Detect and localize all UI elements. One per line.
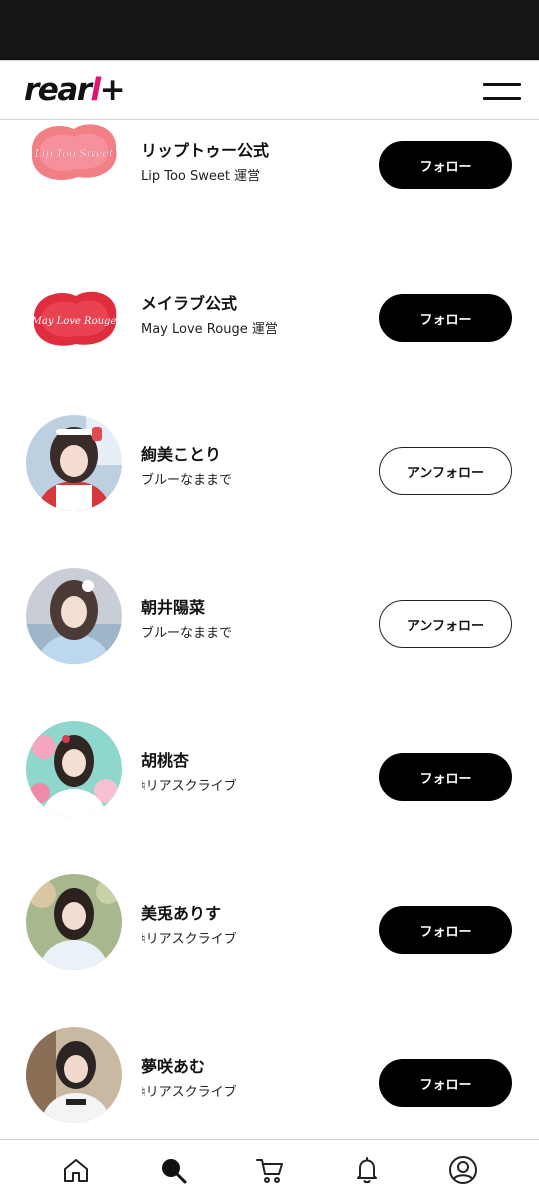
unfollow-button[interactable]: アンフォロー [379, 600, 512, 648]
avatar[interactable] [26, 721, 122, 817]
follow-button[interactable]: フォロー [379, 753, 512, 801]
search-icon[interactable] [157, 1154, 189, 1186]
unfollow-button[interactable]: アンフォロー [379, 447, 512, 495]
member-name: 胡桃杏 [141, 751, 190, 770]
list-item[interactable]: 胡桃杏 ♮リアスクライブ フォロー [0, 721, 539, 841]
menu-bar-bottom [483, 97, 521, 100]
member-group: ♮リアスクライブ [141, 932, 237, 947]
follow-list: Lip Too Sweet リップトゥー公式 Lip Too Sweet 運営 … [0, 121, 539, 1139]
member-group: ブルーなままで [141, 626, 233, 641]
profile-photo [26, 568, 122, 664]
may-love-rouge-logo: May Love Rouge [31, 291, 117, 346]
bottom-navigation [0, 1139, 539, 1200]
profile-photo [26, 1027, 122, 1123]
profile-photo [26, 721, 122, 817]
svg-text:May Love Rouge: May Love Rouge [31, 316, 117, 327]
svg-text:Lip Too Sweet: Lip Too Sweet [34, 147, 115, 160]
logo-accent: l [90, 72, 102, 108]
logo-main: rear [24, 72, 92, 108]
logo-plus: + [99, 72, 126, 108]
status-bar [0, 0, 539, 60]
app-header: rearl+ [0, 60, 539, 120]
avatar[interactable] [26, 1027, 122, 1123]
avatar[interactable] [26, 415, 122, 511]
cart-icon[interactable] [254, 1154, 286, 1186]
avatar[interactable]: May Love Rouge [26, 274, 122, 370]
user-icon[interactable] [447, 1154, 479, 1186]
list-item[interactable]: 絢美ことり ブルーなままで アンフォロー [0, 415, 539, 535]
profile-photo [26, 415, 122, 511]
home-icon[interactable] [60, 1154, 92, 1186]
hamburger-menu-icon[interactable] [483, 82, 521, 102]
member-name: 夢咲あむ [141, 1057, 206, 1076]
menu-bar-top [483, 83, 521, 86]
avatar[interactable] [26, 874, 122, 970]
list-item[interactable]: 美兎ありす ♮リアスクライブ フォロー [0, 874, 539, 994]
member-group: ♮リアスクライブ [141, 779, 237, 794]
member-name: 絢美ことり [141, 445, 222, 464]
member-name: 美兎ありす [141, 904, 222, 923]
avatar[interactable]: Lip Too Sweet [26, 121, 122, 205]
member-group: ♮リアスクライブ [141, 1085, 237, 1100]
list-item[interactable]: 夢咲あむ ♮リアスクライブ フォロー [0, 1027, 539, 1139]
app-logo[interactable]: rearl+ [24, 70, 126, 110]
profile-photo [26, 874, 122, 970]
lip-too-sweet-logo: Lip Too Sweet [31, 124, 117, 180]
bell-icon[interactable] [351, 1154, 383, 1186]
list-item[interactable]: 朝井陽菜 ブルーなままで アンフォロー [0, 568, 539, 688]
member-group: May Love Rouge 運営 [141, 322, 278, 337]
avatar[interactable] [26, 568, 122, 664]
member-name: リップトゥー公式 [141, 141, 270, 160]
member-name: メイラブ公式 [141, 294, 238, 313]
member-name: 朝井陽菜 [141, 598, 206, 617]
follow-button[interactable]: フォロー [379, 294, 512, 342]
list-item[interactable]: May Love Rouge メイラブ公式 May Love Rouge 運営 … [0, 274, 539, 394]
member-group: ブルーなままで [141, 473, 233, 488]
follow-button[interactable]: フォロー [379, 141, 512, 189]
list-item[interactable]: Lip Too Sweet リップトゥー公式 Lip Too Sweet 運営 … [0, 121, 539, 241]
follow-button[interactable]: フォロー [379, 906, 512, 954]
member-group: Lip Too Sweet 運営 [141, 169, 261, 184]
follow-button[interactable]: フォロー [379, 1059, 512, 1107]
